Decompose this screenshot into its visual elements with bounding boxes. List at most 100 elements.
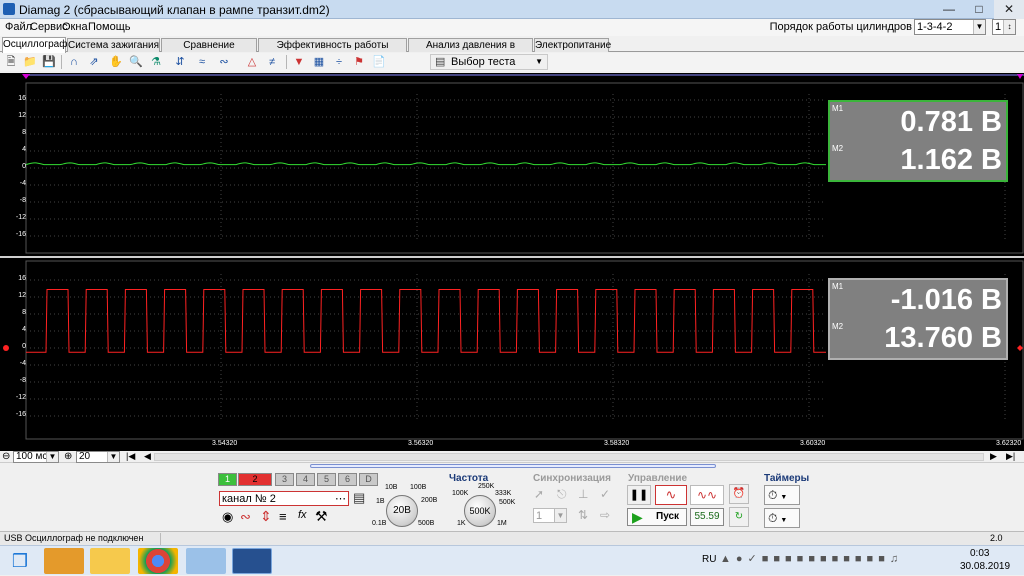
minimize-button[interactable]: —: [934, 0, 964, 19]
lines-icon[interactable]: ≡: [279, 509, 287, 524]
channel-4-button[interactable]: 4: [296, 473, 315, 486]
wave-icon[interactable]: ∾: [240, 509, 251, 525]
close-button[interactable]: ✕: [994, 0, 1024, 19]
chrome-app[interactable]: [138, 548, 178, 574]
tab-ignition[interactable]: Система зажигания: [67, 38, 160, 52]
pause-button[interactable]: ❚❚: [627, 485, 651, 505]
wave-filter-icon[interactable]: ≈: [194, 54, 210, 70]
sine-mode-button[interactable]: ∿: [655, 485, 687, 505]
panel-splitter[interactable]: [310, 464, 716, 468]
marker-icon[interactable]: ⚑: [351, 54, 367, 70]
channel-3-button[interactable]: 3: [275, 473, 294, 486]
channel-5-button[interactable]: 5: [317, 473, 336, 486]
new-file-icon[interactable]: 🗎: [3, 54, 19, 70]
table-icon[interactable]: ▦: [311, 54, 327, 70]
zoom-value: 20: [79, 451, 91, 462]
zoom-in-icon[interactable]: ⊕: [64, 451, 72, 462]
scale-icon[interactable]: ⇵: [172, 54, 188, 70]
menu-file[interactable]: Файл: [5, 21, 32, 33]
scroll-left-icon[interactable]: ◀: [144, 451, 151, 462]
divider-icon[interactable]: ÷: [331, 54, 347, 70]
auto-icon[interactable]: △: [244, 54, 260, 70]
sync-channel-select[interactable]: 1 ▼: [533, 508, 567, 523]
report-icon[interactable]: 📄: [371, 54, 387, 70]
cursor-edge-icon[interactable]: ⇗: [86, 54, 102, 70]
toolbar-separator: [286, 55, 287, 69]
wave-overlay-icon[interactable]: ∾: [216, 54, 232, 70]
tab-pressure-analysis[interactable]: Анализ давления в цилиндре: [408, 38, 533, 64]
y-tick-label: 12: [18, 112, 26, 119]
window-app[interactable]: [186, 548, 226, 574]
zero-offset-icon[interactable]: ≠: [264, 54, 280, 70]
zoom-select[interactable]: 20 ▼: [76, 451, 120, 463]
zoom-icon[interactable]: 🔍: [128, 54, 144, 70]
toolbar-separator: [61, 55, 62, 69]
frequency-knob[interactable]: 500K: [464, 495, 496, 527]
sync-level-icon[interactable]: ⊥: [578, 487, 588, 501]
time-tick: 3.58320: [604, 440, 630, 447]
maximize-button[interactable]: □: [964, 0, 994, 19]
start-button[interactable]: ▶ Пуск: [627, 508, 687, 526]
cylinder-order-value: 1-3-4-2: [917, 21, 953, 33]
filter-icon[interactable]: ▼: [291, 54, 307, 70]
open-folder-icon[interactable]: 📁: [22, 54, 38, 70]
windows-start-icon[interactable]: ❒: [0, 546, 40, 576]
channel-6-button[interactable]: 6: [338, 473, 357, 486]
y-tick-label: 4: [22, 146, 26, 153]
zoom-out-icon[interactable]: ⊖: [2, 451, 10, 462]
sync-forward-icon[interactable]: ⇨: [600, 508, 610, 522]
marker-right-icon: [1017, 74, 1023, 79]
vertical-scale-icon[interactable]: ⇕: [260, 508, 272, 525]
sync-auto-icon[interactable]: ✓: [600, 487, 610, 501]
save-icon[interactable]: 💾: [41, 54, 57, 70]
scroll-start-icon[interactable]: |◀: [126, 451, 135, 462]
noise-icon: ∿∿: [696, 488, 718, 502]
tab-oscilloscope[interactable]: Осциллограф: [2, 37, 67, 53]
alarm-button[interactable]: ⏰: [729, 484, 749, 504]
channel-d-button[interactable]: D: [359, 473, 378, 486]
channel-name-input[interactable]: канал № 2 ⋯: [219, 491, 349, 506]
media-player-app[interactable]: [44, 548, 84, 574]
tools-icon[interactable]: ⚒: [315, 508, 328, 525]
tab-cylinder-compare[interactable]: Сравнение цилиндров: [161, 38, 257, 64]
cylinder-count-stepper[interactable]: 1 ↕: [992, 19, 1016, 35]
pause-icon: ❚❚: [629, 489, 649, 501]
tab-power[interactable]: Электропитание: [534, 38, 611, 52]
channel-properties-icon[interactable]: ▤: [353, 490, 365, 506]
sync-threshold-icon[interactable]: ⇅: [578, 508, 588, 522]
eye-icon[interactable]: ◉: [222, 509, 233, 525]
scroll-right-icon[interactable]: ▶: [990, 451, 997, 462]
hand-pan-icon[interactable]: ✋: [108, 54, 124, 70]
tab-cylinder-efficiency[interactable]: Эффективность работы цилиндров: [258, 38, 407, 64]
measure-icon[interactable]: ⚗: [148, 54, 164, 70]
channel-1-button[interactable]: 1: [218, 473, 237, 486]
time-div-value: 100 мс: [16, 451, 48, 462]
test-select[interactable]: ▤ Выбор теста ▼: [430, 54, 548, 70]
time-axis: 3.54320 3.56320 3.58320 3.60320 3.62320: [0, 440, 1024, 450]
auto-button[interactable]: ↻: [729, 507, 749, 527]
function-icon[interactable]: fx: [298, 509, 307, 521]
tray-icons[interactable]: ▲●✓■■■■■■■■■■■♫: [720, 552, 903, 565]
timer-1-button[interactable]: ⏱ ▼: [764, 485, 800, 505]
language-indicator[interactable]: RU: [702, 554, 716, 565]
file-explorer-app[interactable]: [90, 548, 130, 574]
scroll-end-icon[interactable]: ▶|: [1006, 451, 1015, 462]
diamag-app[interactable]: [232, 548, 272, 574]
noise-mode-button[interactable]: ∿∿: [690, 485, 724, 505]
menu-help[interactable]: Помощь: [88, 21, 131, 33]
y-tick-label: -4: [19, 360, 26, 367]
time-div-select[interactable]: 100 мс ▼: [13, 451, 59, 463]
sync-rise-icon[interactable]: ➚: [534, 487, 544, 501]
frequency-label: 500K: [499, 499, 516, 506]
sync-pulse-icon[interactable]: ⎋: [557, 487, 567, 502]
channel1-label: 1 канал № 1 (В): [30, 88, 104, 99]
timer-2-button[interactable]: ⏱ ▼: [764, 508, 800, 528]
time-scrollbar[interactable]: [154, 453, 984, 461]
spin-icon: ↕: [1003, 20, 1015, 34]
cylinder-order-select[interactable]: 1-3-4-2 ▼: [914, 19, 986, 35]
cursor-peak-icon[interactable]: ∩: [66, 54, 82, 70]
voltage-knob[interactable]: 20В: [386, 495, 418, 527]
channel-2-button[interactable]: 2: [238, 473, 272, 486]
tab-bar: Осциллограф Система зажигания Сравнение …: [0, 37, 1024, 64]
menu-windows[interactable]: Окна: [62, 21, 88, 33]
